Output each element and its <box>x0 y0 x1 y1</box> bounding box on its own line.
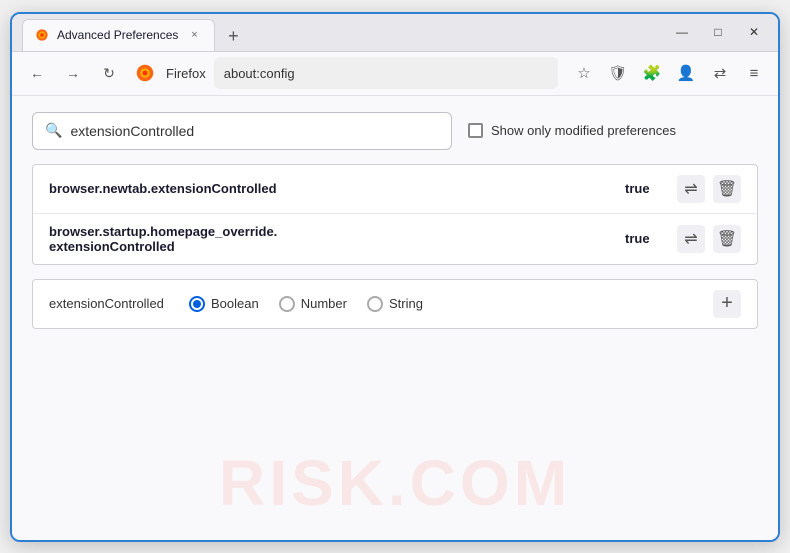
browser-name-label: Firefox <box>166 66 206 81</box>
radio-group: Boolean Number String <box>189 296 693 312</box>
shield-icon[interactable]: 🛡 <box>604 59 632 87</box>
back-button[interactable]: ← <box>22 58 52 88</box>
tab-favicon-icon <box>35 28 49 42</box>
tab-close-button[interactable]: × <box>186 27 202 43</box>
watermark: RISK.COM <box>219 446 571 520</box>
delete-button-1[interactable]: 🗑 <box>713 175 741 203</box>
address-bar[interactable]: about:config <box>214 57 558 89</box>
maximize-button[interactable]: □ <box>704 22 732 42</box>
table-row: browser.newtab.extensionControlled true … <box>33 165 757 214</box>
active-tab[interactable]: Advanced Preferences × <box>22 19 215 51</box>
show-modified-checkbox[interactable] <box>468 123 483 138</box>
radio-number-label: Number <box>301 296 347 311</box>
radio-number[interactable]: Number <box>279 296 347 312</box>
add-row-name: extensionControlled <box>49 296 169 311</box>
address-text: about:config <box>224 66 295 81</box>
toggle-button-1[interactable]: ⇌ <box>677 175 705 203</box>
table-row: browser.startup.homepage_override. exten… <box>33 214 757 264</box>
radio-boolean-dot <box>193 300 201 308</box>
result-name-1: browser.newtab.extensionControlled <box>49 181 613 196</box>
close-button[interactable]: ✕ <box>740 22 768 42</box>
window-controls: — □ ✕ <box>668 22 768 42</box>
radio-boolean-circle <box>189 296 205 312</box>
search-input[interactable]: extensionControlled <box>70 123 439 139</box>
radio-boolean[interactable]: Boolean <box>189 296 259 312</box>
toggle-button-2[interactable]: ⇌ <box>677 225 705 253</box>
nav-bar: ← → ↻ Firefox about:config ☆ 🛡 🧩 👤 ⇄ ≡ <box>12 52 778 96</box>
bookmark-icon[interactable]: ☆ <box>570 59 598 87</box>
new-tab-button[interactable]: + <box>219 23 247 51</box>
show-modified-label: Show only modified preferences <box>491 123 676 138</box>
radio-string-label: String <box>389 296 423 311</box>
add-row: extensionControlled Boolean Number <box>32 279 758 329</box>
radio-boolean-label: Boolean <box>211 296 259 311</box>
search-row: 🔍 extensionControlled Show only modified… <box>32 112 758 150</box>
firefox-logo-icon <box>134 62 156 84</box>
title-bar: Advanced Preferences × + — □ ✕ <box>12 14 778 52</box>
show-modified-row: Show only modified preferences <box>468 123 676 138</box>
search-box[interactable]: 🔍 extensionControlled <box>32 112 452 150</box>
tab-title: Advanced Preferences <box>57 28 178 42</box>
minimize-button[interactable]: — <box>668 22 696 42</box>
result-value-2: true <box>625 231 665 246</box>
synced-tabs-icon[interactable]: ⇄ <box>706 59 734 87</box>
reload-button[interactable]: ↻ <box>94 58 124 88</box>
add-preference-button[interactable]: + <box>713 290 741 318</box>
results-table: browser.newtab.extensionControlled true … <box>32 164 758 265</box>
tab-area: Advanced Preferences × + <box>22 14 668 51</box>
delete-button-2[interactable]: 🗑 <box>713 225 741 253</box>
result-actions-2: ⇌ 🗑 <box>677 225 741 253</box>
radio-string-circle <box>367 296 383 312</box>
result-actions-1: ⇌ 🗑 <box>677 175 741 203</box>
menu-button[interactable]: ≡ <box>740 59 768 87</box>
result-name-2: browser.startup.homepage_override. exten… <box>49 224 613 254</box>
search-icon: 🔍 <box>45 122 62 139</box>
browser-window: Advanced Preferences × + — □ ✕ ← → ↻ Fir… <box>10 12 780 542</box>
content-area: RISK.COM 🔍 extensionControlled Show only… <box>12 96 778 540</box>
extension-icon[interactable]: 🧩 <box>638 59 666 87</box>
nav-icons: ☆ 🛡 🧩 👤 ⇄ ≡ <box>570 59 768 87</box>
profile-icon[interactable]: 👤 <box>672 59 700 87</box>
radio-number-circle <box>279 296 295 312</box>
result-value-1: true <box>625 181 665 196</box>
forward-button[interactable]: → <box>58 58 88 88</box>
radio-string[interactable]: String <box>367 296 423 312</box>
